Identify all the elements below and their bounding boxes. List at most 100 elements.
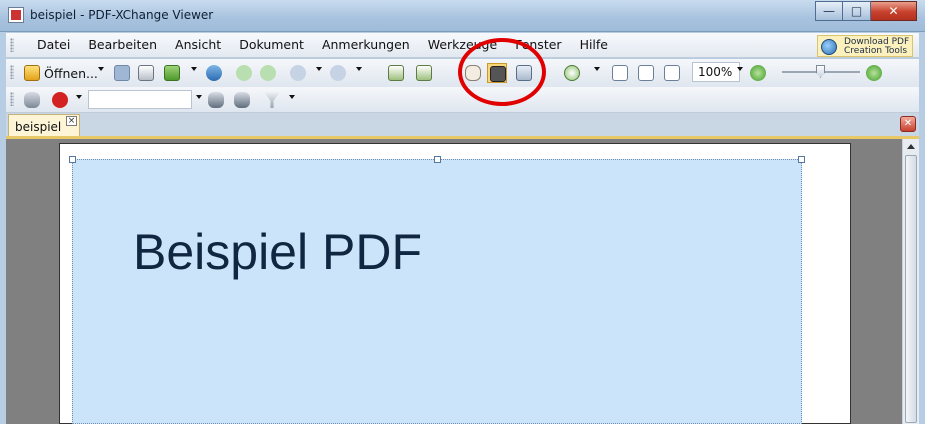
forward-icon <box>260 65 276 81</box>
close-document-button[interactable]: ✕ <box>900 116 916 132</box>
vertical-scrollbar[interactable] <box>902 139 919 424</box>
menu-fenster[interactable]: Fenster <box>506 37 570 53</box>
undo-icon <box>290 65 306 81</box>
app-window: beispiel - PDF-XChange Viewer — □ ✕ Date… <box>0 0 925 424</box>
title-bar[interactable]: beispiel - PDF-XChange Viewer — □ ✕ <box>0 0 925 32</box>
back-icon <box>236 65 252 81</box>
zoom-in-button[interactable] <box>864 63 884 83</box>
search-input[interactable] <box>88 90 192 109</box>
scroll-up-arrow[interactable] <box>907 144 915 149</box>
undo-button[interactable] <box>288 63 308 83</box>
document-heading: Beispiel PDF <box>133 224 422 280</box>
menu-items: Datei Bearbeiten Ansicht Dokument Anmerk… <box>28 37 617 53</box>
text-select-icon <box>516 65 532 81</box>
save-button[interactable] <box>112 63 132 83</box>
save-icon <box>114 65 130 81</box>
snapshot-button[interactable] <box>487 63 507 83</box>
toolbar-grip[interactable] <box>10 65 14 79</box>
page-tool-button[interactable] <box>204 63 224 83</box>
menu-dokument[interactable]: Dokument <box>230 37 313 53</box>
search-provider-dropdown[interactable] <box>76 95 82 99</box>
menu-werkzeuge[interactable]: Werkzeuge <box>419 37 507 53</box>
ask-search-button[interactable] <box>50 90 70 110</box>
rotate-cw-button[interactable] <box>414 63 434 83</box>
window-title: beispiel - PDF-XChange Viewer <box>30 8 214 22</box>
zoom-slider-thumb[interactable] <box>816 65 825 78</box>
selection-handle-top-right[interactable] <box>798 156 805 163</box>
download-text: Download PDF Creation Tools <box>844 38 910 56</box>
fit-width-icon <box>664 65 680 81</box>
zoom-tool-button[interactable] <box>562 63 582 83</box>
tab-beispiel[interactable]: beispiel × <box>8 114 80 137</box>
prev-result-button[interactable] <box>206 90 226 110</box>
app-icon[interactable] <box>8 7 24 23</box>
zoom-plus-icon <box>866 65 882 81</box>
hand-tool-icon <box>465 65 481 81</box>
search-toolbar-grip[interactable] <box>10 92 14 106</box>
close-button[interactable]: ✕ <box>871 1 917 21</box>
menu-bar: Datei Bearbeiten Ansicht Dokument Anmerk… <box>6 33 919 58</box>
redo-button[interactable] <box>328 63 348 83</box>
menu-anmerkungen[interactable]: Anmerkungen <box>313 37 419 53</box>
search-toolbar <box>6 87 919 113</box>
fit-page-icon <box>638 65 654 81</box>
open-folder-icon <box>24 65 40 81</box>
redo-icon <box>330 65 346 81</box>
filter-button[interactable] <box>262 90 282 110</box>
search-history-dropdown[interactable] <box>196 95 202 99</box>
filter-icon <box>264 92 280 108</box>
tab-label: beispiel <box>15 120 62 134</box>
text-select-button[interactable] <box>514 63 534 83</box>
find-icon <box>24 92 40 108</box>
window-controls: — □ ✕ <box>815 1 917 21</box>
prev-result-icon <box>208 92 224 108</box>
zoom-out-button[interactable] <box>748 63 768 83</box>
ask-search-icon <box>52 92 68 108</box>
email-dropdown[interactable] <box>191 67 197 71</box>
selection-handle-top-left[interactable] <box>69 156 76 163</box>
tab-close-button[interactable]: × <box>66 116 77 126</box>
filter-dropdown[interactable] <box>289 95 295 99</box>
redo-dropdown[interactable] <box>356 67 362 71</box>
page-icon <box>416 65 432 81</box>
snapshot-selection[interactable] <box>69 156 805 424</box>
rotate-button[interactable] <box>386 63 406 83</box>
download-line2: Creation Tools <box>844 46 908 56</box>
zoom-tool-dropdown[interactable] <box>594 67 600 71</box>
selection-handle-top[interactable] <box>434 156 441 163</box>
forward-button[interactable] <box>258 63 278 83</box>
next-result-button[interactable] <box>232 90 252 110</box>
back-button[interactable] <box>234 63 254 83</box>
email-button[interactable] <box>162 63 182 83</box>
open-label[interactable]: Öffnen... <box>44 66 98 81</box>
page-icon <box>206 65 222 81</box>
download-pdf-tools-button[interactable]: Download PDF Creation Tools <box>817 35 913 57</box>
fit-width-button[interactable] <box>662 63 682 83</box>
open-button[interactable] <box>22 63 42 83</box>
zoom-out-icon <box>750 65 766 81</box>
minimize-button[interactable]: — <box>815 1 843 21</box>
menu-hilfe[interactable]: Hilfe <box>571 37 617 53</box>
find-button[interactable] <box>22 90 42 110</box>
download-pdf-icon <box>821 39 837 55</box>
actual-size-button[interactable] <box>610 63 630 83</box>
menu-ansicht[interactable]: Ansicht <box>166 37 230 53</box>
zoom-level-input[interactable]: 100% <box>692 62 740 82</box>
undo-dropdown[interactable] <box>316 67 322 71</box>
menu-bearbeiten[interactable]: Bearbeiten <box>79 37 166 53</box>
scroll-thumb[interactable] <box>905 155 917 423</box>
zoom-in-icon <box>564 65 580 81</box>
document-viewer[interactable]: Beispiel PDF <box>6 139 919 424</box>
next-result-icon <box>234 92 250 108</box>
fit-page-button[interactable] <box>636 63 656 83</box>
menu-grip[interactable] <box>10 38 14 52</box>
hand-tool-button[interactable] <box>463 63 483 83</box>
zoom-level-dropdown[interactable] <box>737 67 743 71</box>
print-button[interactable] <box>136 63 156 83</box>
actual-size-icon <box>612 65 628 81</box>
menu-datei[interactable]: Datei <box>28 37 79 53</box>
maximize-button[interactable]: □ <box>843 1 871 21</box>
print-icon <box>138 65 154 81</box>
open-dropdown[interactable] <box>98 67 104 71</box>
page-icon <box>388 65 404 81</box>
